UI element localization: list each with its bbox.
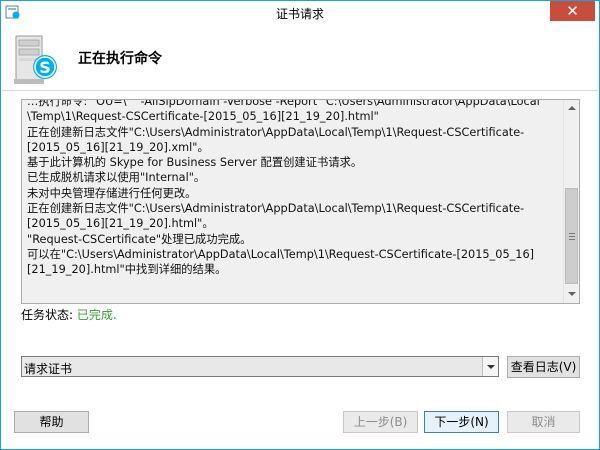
view-log-button[interactable]: 查看日志(V)	[507, 356, 580, 378]
scroll-down-button[interactable]	[564, 286, 579, 303]
log-line: 未对中央管理存储进行任何更改。	[27, 186, 197, 200]
log-line: …执行命令: "OU=\"" -AllSipDomain -Verbose -R…	[27, 99, 540, 108]
next-button[interactable]: 下一步(N)	[424, 411, 499, 433]
log-line: [21_19_20].html"中找到详细的结果。	[27, 263, 227, 277]
chevron-down-icon	[487, 365, 495, 369]
log-line: "Request-CSCertificate"处理已成功完成。	[27, 232, 252, 246]
cancel-button[interactable]: 取消	[507, 411, 580, 433]
skype-server-icon: S	[14, 35, 62, 85]
certificate-request-window: 证书请求 ✕ S 正在执行命令 …执行命令: "OU=\"" -AllSipDo…	[0, 0, 600, 450]
log-content: …执行命令: "OU=\"" -AllSipDomain -Verbose -R…	[27, 99, 562, 278]
help-button[interactable]: 帮助	[14, 411, 89, 433]
task-select[interactable]: 请求证书	[21, 356, 499, 377]
task-status-label: 任务状态:	[21, 308, 74, 322]
scroll-up-button[interactable]	[564, 100, 579, 117]
svg-text:S: S	[39, 58, 51, 77]
wizard-body: …执行命令: "OU=\"" -AllSipDomain -Verbose -R…	[2, 92, 598, 448]
log-line: 基于此计算机的 Skype for Business Server 配置创建证书…	[27, 156, 363, 170]
log-line: [2015_05_16][21_19_20].html"。	[27, 217, 214, 231]
log-line: 正在创建新日志文件"C:\Users\Administrator\AppData…	[27, 125, 525, 139]
task-status: 任务状态: 已完成.	[21, 306, 117, 323]
log-line: [2015_05_16][21_19_20].xml"。	[27, 140, 209, 154]
task-status-value: 已完成.	[76, 308, 117, 322]
log-line: \Temp\1\Request-CSCertificate-[2015_05_1…	[27, 110, 379, 124]
log-line: 已生成脱机请求以使用"Internal"。	[27, 171, 206, 185]
log-line: 正在创建新日志文件"C:\Users\Administrator\AppData…	[27, 202, 525, 216]
scroll-thumb[interactable]	[565, 188, 578, 284]
header-title: 正在执行命令	[78, 51, 162, 67]
wizard-header: S 正在执行命令	[2, 25, 598, 91]
previous-button[interactable]: 上一步(B)	[343, 411, 418, 433]
arrow-up-icon	[568, 106, 576, 110]
close-button[interactable]: ✕	[550, 1, 595, 21]
log-scrollbar[interactable]	[563, 100, 579, 303]
window-title: 证书请求	[275, 7, 324, 21]
arrow-down-icon	[568, 292, 576, 296]
title-bar: 证书请求 ✕	[1, 1, 599, 25]
task-select-value: 请求证书	[24, 362, 73, 376]
dropdown-toggle[interactable]	[482, 357, 498, 376]
command-log[interactable]: …执行命令: "OU=\"" -AllSipDomain -Verbose -R…	[21, 99, 580, 304]
grip-icon	[569, 233, 575, 240]
log-line: 可以在"C:\Users\Administrator\AppData\Local…	[27, 247, 535, 261]
